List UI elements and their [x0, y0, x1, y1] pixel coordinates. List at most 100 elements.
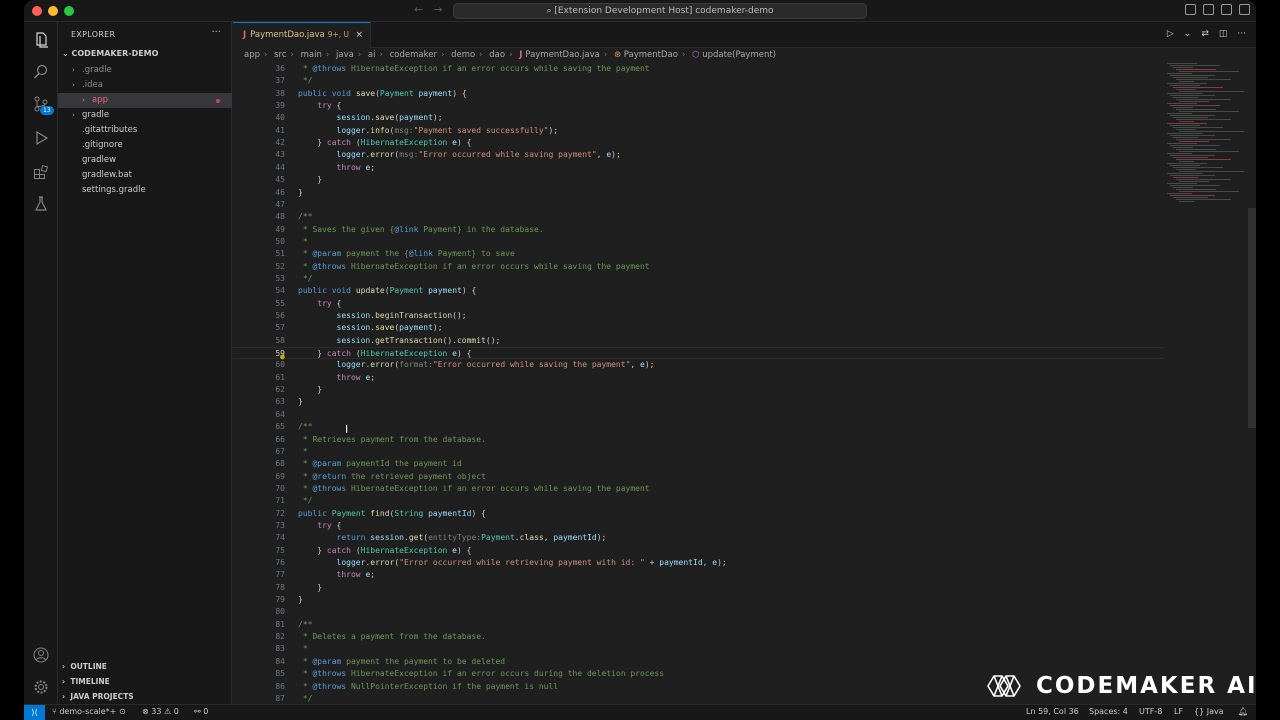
code-line[interactable]: 75 } catch (HibernateException e) {	[233, 545, 1163, 557]
breadcrumb-item[interactable]: dao	[489, 50, 505, 60]
code-line[interactable]: 36 * @throws HibernateException if an er…	[233, 63, 1163, 75]
code-line[interactable]: 67 *	[233, 446, 1163, 458]
code-line[interactable]: 81 /**	[233, 619, 1163, 631]
branch-indicator[interactable]: ⑂ demo-scale*+ ⊙	[52, 707, 126, 716]
code-line[interactable]: 65 /**	[233, 421, 1163, 433]
code-line[interactable]: 77 throw e;	[233, 569, 1163, 581]
tree-item-gitattributes[interactable]: .gitattributes	[82, 123, 137, 138]
code-line[interactable]: 79}	[233, 594, 1163, 606]
run-debug-icon[interactable]	[33, 130, 49, 146]
code-line[interactable]: 55 try {	[233, 298, 1163, 310]
code-line[interactable]: 66 * Retrieves payment from the database…	[233, 434, 1163, 446]
code-line[interactable]: 83 *	[233, 643, 1163, 655]
encoding[interactable]: UTF-8	[1139, 707, 1162, 716]
testing-icon[interactable]	[33, 196, 49, 212]
code-line[interactable]: 54 public void update(Payment payment) {	[233, 285, 1163, 297]
code-line[interactable]: 78 }	[233, 582, 1163, 594]
more-actions-icon[interactable]: ···	[211, 27, 221, 38]
chevron-down-icon[interactable]: ⌄	[1184, 29, 1192, 39]
tree-item-idea[interactable]: › .idea	[72, 78, 103, 93]
code-line[interactable]: 43 logger.error(msg:"Error occurred whil…	[233, 149, 1163, 161]
code-line[interactable]: 39 try {	[233, 100, 1163, 112]
tree-item-settings-gradle[interactable]: settings.gradle	[82, 183, 146, 198]
code-line[interactable]: 68 * @param paymentId the payment id	[233, 458, 1163, 470]
code-line[interactable]: 82 * Deletes a payment from the database…	[233, 631, 1163, 643]
tree-item-gradle[interactable]: › gradle	[72, 108, 109, 123]
toggle-sidebar-icon[interactable]	[1185, 4, 1196, 15]
code-line[interactable]: 80	[233, 606, 1163, 618]
ports-indicator[interactable]: ⚯ 0	[194, 707, 208, 716]
code-line[interactable]: 61 throw e;	[233, 372, 1163, 384]
tab-paymentdao[interactable]: J PaymentDao.java 9+, U ×	[233, 22, 371, 48]
tree-item-gitignore[interactable]: .gitignore	[82, 138, 123, 153]
breadcrumb-item[interactable]: PaymentDao.java	[525, 50, 600, 60]
breadcrumb-item[interactable]: demo	[451, 50, 475, 60]
code-line[interactable]: 58 session.getTransaction().commit();	[233, 335, 1163, 347]
language-mode[interactable]: {} Java	[1194, 707, 1224, 716]
code-line[interactable]: 84 * @param payment the payment to be de…	[233, 656, 1163, 668]
code-line[interactable]: 48 /**	[233, 211, 1163, 223]
tree-item-gradle-dir[interactable]: › .gradle	[72, 63, 112, 78]
tree-item-gradlew[interactable]: gradlew	[82, 153, 116, 168]
breadcrumb-item[interactable]: java	[336, 50, 354, 60]
code-line[interactable]: 72 public Payment find(String paymentId) …	[233, 508, 1163, 520]
code-line[interactable]: 44 throw e;	[233, 162, 1163, 174]
eol[interactable]: LF	[1174, 707, 1183, 716]
nav-arrows-icon[interactable]: ←→	[414, 3, 452, 16]
breadcrumb-item[interactable]: codemaker	[390, 50, 437, 60]
code-line[interactable]: 64	[233, 409, 1163, 421]
code-line[interactable]: 76 logger.error("Error occurred while re…	[233, 557, 1163, 569]
problems-indicator[interactable]: ⊗ 33 ⚠ 0	[142, 707, 179, 716]
settings-gear-icon[interactable]	[33, 679, 49, 695]
code-line[interactable]: 69 * @return the retrieved payment objec…	[233, 471, 1163, 483]
close-window-button[interactable]	[32, 6, 42, 16]
code-line[interactable]: 45 }	[233, 174, 1163, 186]
close-icon[interactable]: ×	[355, 23, 363, 47]
tree-item-app[interactable]: › app	[58, 93, 232, 108]
open-changes-icon[interactable]: ⇄	[1201, 29, 1209, 39]
section-java-projects[interactable]: › JAVA PROJECTS	[62, 692, 134, 701]
minimize-window-button[interactable]	[48, 6, 58, 16]
maximize-window-button[interactable]	[64, 6, 74, 16]
indentation[interactable]: Spaces: 4	[1089, 707, 1128, 716]
code-line[interactable]: 73 try {	[233, 520, 1163, 532]
section-timeline[interactable]: › TIMELINE	[62, 677, 110, 686]
code-line[interactable]: 56 session.beginTransaction();	[233, 310, 1163, 322]
explorer-icon[interactable]	[33, 32, 49, 48]
code-line[interactable]: 38 public void save(Payment payment) {	[233, 88, 1163, 100]
breadcrumb-item[interactable]: update(Payment)	[702, 50, 776, 60]
code-line[interactable]: 47	[233, 199, 1163, 211]
run-icon[interactable]: ▷	[1167, 29, 1174, 39]
code-line[interactable]: 59 } catch (HibernateException e) {	[233, 347, 1163, 360]
code-line[interactable]: 53 */	[233, 273, 1163, 285]
search-icon[interactable]	[33, 64, 49, 80]
account-icon[interactable]	[33, 647, 49, 663]
code-line[interactable]: 42 } catch (HibernateException e) {	[233, 137, 1163, 149]
editor-scrollbar[interactable]	[1248, 208, 1256, 428]
code-line[interactable]: 70 * @throws HibernateException if an er…	[233, 483, 1163, 495]
code-line[interactable]: 51 * @param payment the {@link Payment} …	[233, 248, 1163, 260]
breadcrumb-item[interactable]: main	[301, 50, 322, 60]
breadcrumb-item[interactable]: app	[244, 50, 260, 60]
code-line[interactable]: 71 */	[233, 495, 1163, 507]
notifications-icon[interactable]: 🔔︎	[1238, 707, 1248, 716]
tree-item-gradlew-bat[interactable]: gradlew.bat	[82, 168, 132, 183]
code-line[interactable]: 50 *	[233, 236, 1163, 248]
breadcrumb-item[interactable]: PaymentDao	[624, 50, 678, 60]
remote-indicator[interactable]: ⟩⟨	[24, 705, 45, 720]
toggle-secondary-sidebar-icon[interactable]	[1221, 4, 1232, 15]
project-root[interactable]: ⌄ CODEMAKER-DEMO	[62, 49, 158, 58]
breadcrumb-item[interactable]: src	[274, 50, 286, 60]
minimap[interactable]	[1163, 63, 1245, 223]
extensions-icon[interactable]	[33, 164, 49, 180]
section-outline[interactable]: › OUTLINE	[62, 662, 107, 671]
cursor-position[interactable]: Ln 59, Col 36	[1026, 707, 1079, 716]
code-line[interactable]: 41 logger.info(msg:"Payment saved succes…	[233, 125, 1163, 137]
split-editor-icon[interactable]: ◫	[1219, 29, 1228, 39]
code-line[interactable]: 63}	[233, 396, 1163, 408]
code-line[interactable]: 52 * @throws HibernateException if an er…	[233, 261, 1163, 273]
code-line[interactable]: 49 * Saves the given {@link Payment} in …	[233, 224, 1163, 236]
command-center[interactable]: ⌕ [Extension Development Host] codemaker…	[453, 3, 867, 19]
code-line[interactable]: 57 session.save(payment);	[233, 322, 1163, 334]
breadcrumb-item[interactable]: ai	[368, 50, 376, 60]
